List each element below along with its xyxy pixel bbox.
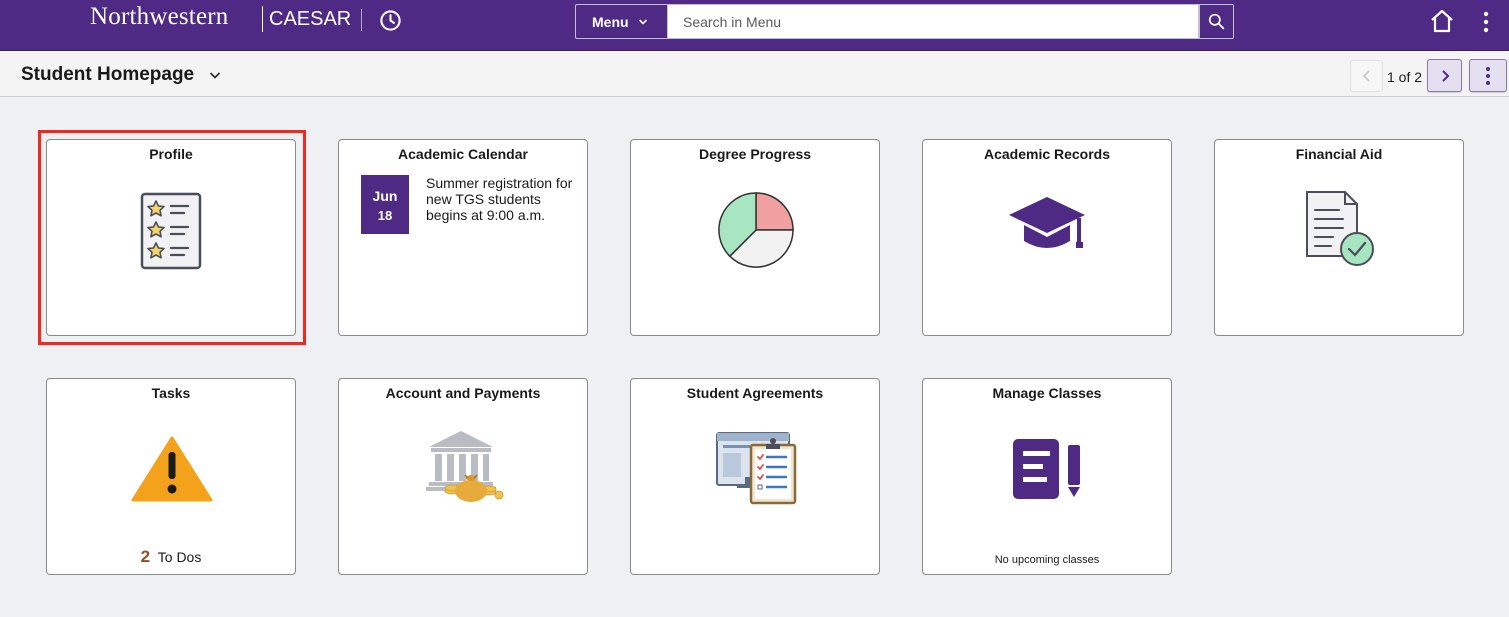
todo-summary: 2 To Dos <box>47 547 295 567</box>
search-input[interactable] <box>667 4 1199 39</box>
tile-financial-aid[interactable]: Financial Aid <box>1214 139 1464 336</box>
clipboard-checklist-icon <box>716 432 797 505</box>
tile-title: Academic Calendar <box>398 146 528 162</box>
previous-page-button[interactable] <box>1350 60 1383 92</box>
brand-logo[interactable]: Northwestern <box>90 3 228 31</box>
search-button[interactable] <box>1199 4 1234 39</box>
pager-text: 1 of 2 <box>1387 69 1423 85</box>
chevron-right-icon <box>1441 69 1449 82</box>
tile-profile[interactable]: Profile <box>46 139 296 336</box>
tile-degree-progress[interactable]: Degree Progress <box>630 139 880 336</box>
page-title[interactable]: Student Homepage <box>21 64 194 86</box>
kebab-icon <box>1486 66 1490 85</box>
tile-title: Financial Aid <box>1295 146 1383 162</box>
menu-dropdown-button[interactable]: Menu <box>575 4 667 39</box>
calendar-month: Jun <box>372 188 398 204</box>
form-pencil-icon <box>1013 439 1080 499</box>
tile-student-agreements[interactable]: Student Agreements <box>630 378 880 575</box>
brand-divider <box>262 6 263 32</box>
tile-title: Degree Progress <box>698 146 812 162</box>
top-header: Northwestern CAESAR Menu <box>0 0 1509 51</box>
chevron-down-icon[interactable] <box>209 70 221 80</box>
page-actions-button[interactable] <box>1469 59 1507 92</box>
tile-manage-classes[interactable]: Manage Classes No upcoming classes <box>922 378 1172 575</box>
tile-title: Manage Classes <box>992 385 1102 401</box>
tile-title: Student Agreements <box>686 385 824 401</box>
page-header: Student Homepage 1 of 2 <box>0 51 1509 97</box>
document-check-icon <box>1306 191 1374 266</box>
actions-menu-icon[interactable] <box>1482 10 1490 34</box>
no-classes-note: No upcoming classes <box>994 554 1100 566</box>
calendar-event-text: Summer registration for new TGS students… <box>426 175 573 223</box>
bank-money-icon <box>426 431 504 502</box>
pie-chart-icon <box>718 192 794 268</box>
tile-title: Tasks <box>151 385 191 401</box>
calendar-date-badge: Jun 18 <box>361 175 409 234</box>
search-icon <box>1208 13 1225 30</box>
chevron-down-icon <box>638 18 647 25</box>
tile-title: Profile <box>149 146 193 162</box>
tile-title: Academic Records <box>983 146 1111 162</box>
header-divider <box>361 9 362 31</box>
calendar-day: 18 <box>377 208 393 223</box>
app-name[interactable]: CAESAR <box>269 8 351 31</box>
history-clock-icon[interactable] <box>379 9 402 32</box>
tile-tasks[interactable]: Tasks 2 To Dos <box>46 378 296 575</box>
tile-academic-calendar[interactable]: Academic Calendar Jun 18 Summer registra… <box>338 139 588 336</box>
todo-label: To Dos <box>157 549 202 565</box>
menu-label: Menu <box>592 13 629 30</box>
tile-account-and-payments[interactable]: Account and Payments <box>338 378 588 575</box>
graduation-cap-icon <box>1009 197 1085 248</box>
tile-academic-records[interactable]: Academic Records <box>922 139 1172 336</box>
tile-title: Account and Payments <box>385 385 541 401</box>
chevron-left-icon <box>1362 70 1370 82</box>
profile-stars-icon <box>140 192 202 270</box>
todo-count: 2 <box>140 547 151 566</box>
warning-icon <box>131 436 213 502</box>
home-icon[interactable] <box>1429 8 1455 34</box>
next-page-button[interactable] <box>1427 59 1462 92</box>
